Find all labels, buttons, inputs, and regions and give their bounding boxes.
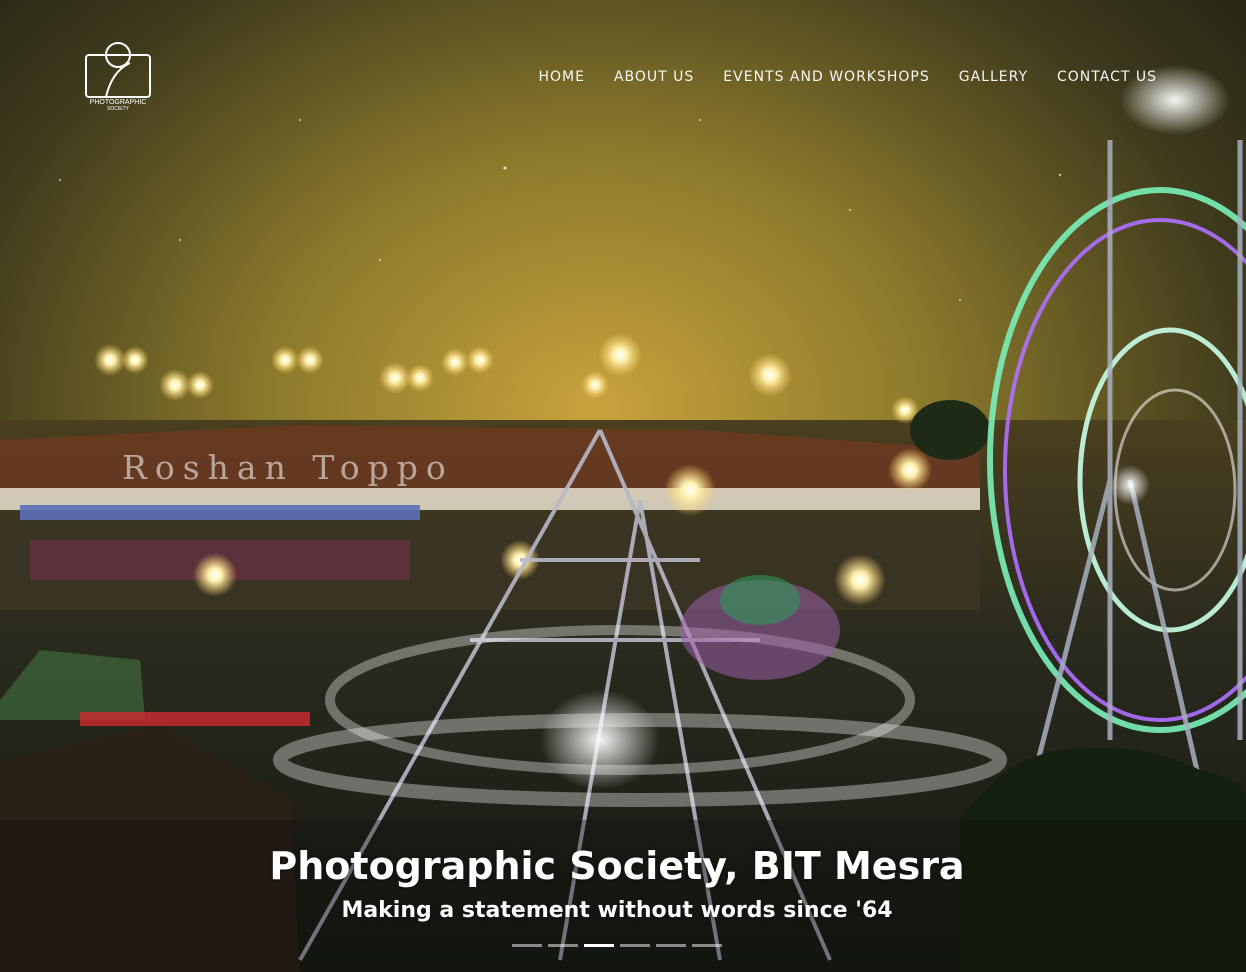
nav-item-events-and-workshops[interactable]: EVENTS AND WORKSHOPS xyxy=(723,69,929,85)
carousel-indicator-3[interactable] xyxy=(584,944,614,947)
carousel-indicator-6[interactable] xyxy=(692,944,722,947)
nav-item-home[interactable]: HOME xyxy=(538,69,584,85)
carousel-indicator-1[interactable] xyxy=(512,944,542,947)
hero-subtitle: Making a statement without words since '… xyxy=(341,898,893,923)
logo-wordmark: PHOTOGRAPHIC xyxy=(89,99,147,106)
logo-subtext: SOCIETY xyxy=(107,106,129,112)
carousel-indicator-2[interactable] xyxy=(548,944,578,947)
nav-item-contact-us[interactable]: CONTACT US xyxy=(1057,69,1157,85)
carousel-indicator-5[interactable] xyxy=(656,944,686,947)
nav-item-about-us[interactable]: ABOUT US xyxy=(614,69,694,85)
nav-item-gallery[interactable]: GALLERY xyxy=(959,69,1028,85)
hero-title: Photographic Society, BIT Mesra xyxy=(269,844,965,888)
carousel-indicators xyxy=(512,944,722,947)
photographer-watermark: Roshan Toppo xyxy=(122,448,454,487)
carousel-indicator-4[interactable] xyxy=(620,944,650,947)
camera-logo-icon xyxy=(85,42,151,98)
hero-caption: Photographic Society, BIT Mesra Making a… xyxy=(0,840,1234,923)
main-navigation: HOME ABOUT US EVENTS AND WORKSHOPS GALLE… xyxy=(538,69,1157,85)
hero-carousel: PHOTOGRAPHIC SOCIETY HOME ABOUT US EVENT… xyxy=(0,0,1246,972)
site-logo[interactable]: PHOTOGRAPHIC SOCIETY xyxy=(84,41,152,115)
